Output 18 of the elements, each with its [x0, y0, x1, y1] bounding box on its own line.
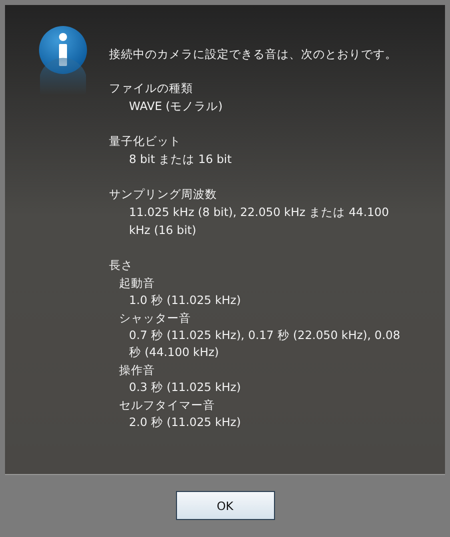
sound-length: 0.3 秒 (11.025 kHz)	[128, 379, 242, 396]
sound-name: シャッター音	[119, 310, 192, 327]
ok-button[interactable]: OK	[176, 491, 274, 520]
section-value: 11.025 kHz (8 bit), 22.050 kHz または 44.100 kHz (16 bit)	[128, 204, 390, 239]
info-icon	[38, 25, 88, 95]
sound-length: 0.7 秒 (11.025 kHz), 0.17 秒 (22.050 kHz), 0.08 秒 (44.100 kHz)	[128, 327, 402, 361]
sound-name: 操作音	[119, 362, 156, 379]
section-title: ファイルの種類	[109, 80, 194, 97]
message-text: 接続中のカメラに設定できる音は、次のとおりです。	[109, 47, 398, 62]
section-value: 8 bit または 16 bit	[128, 151, 233, 168]
sound-length: 2.0 秒 (11.025 kHz)	[128, 414, 242, 431]
section-title: 量子化ビット	[109, 133, 182, 150]
sound-length: 1.0 秒 (11.025 kHz)	[128, 292, 242, 309]
section-title: 長さ	[109, 257, 134, 274]
section-value: WAVE (モノラル)	[128, 98, 224, 115]
sound-name: セルフタイマー音	[119, 397, 216, 414]
sound-name: 起動音	[119, 275, 156, 292]
section-title: サンプリング周波数	[109, 186, 218, 203]
